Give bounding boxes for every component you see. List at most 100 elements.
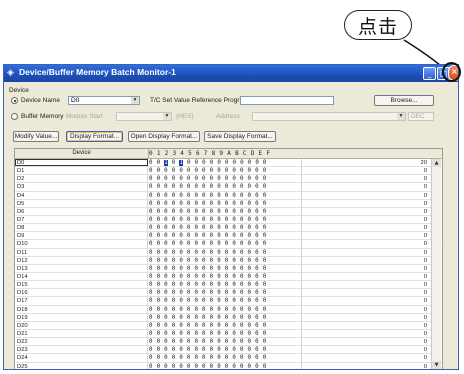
value-cell[interactable]: 0	[302, 330, 430, 337]
device-cell[interactable]: D23	[15, 346, 148, 354]
device-cell[interactable]: D2	[15, 175, 148, 183]
value-cell[interactable]: 0	[302, 232, 430, 239]
tc-reference-field[interactable]	[240, 96, 334, 105]
bits-cell[interactable]: 0 0 0 0 0 0 0 0 0 0 0 0 0 0 0 0	[149, 289, 302, 297]
buffer-memory-radio[interactable]	[11, 113, 18, 120]
bits-cell[interactable]: 0 0 0 0 0 0 0 0 0 0 0 0 0 0 0 0	[149, 183, 302, 191]
bit-value[interactable]: 0	[195, 160, 199, 166]
bit-value[interactable]: 1	[164, 160, 168, 166]
bits-cell[interactable]: 0 0 0 0 0 0 0 0 0 0 0 0 0 0 0 0	[149, 264, 302, 272]
bits-cell[interactable]: 0 0 0 0 0 0 0 0 0 0 0 0 0 0 0 0	[149, 338, 302, 346]
device-cell[interactable]: D8	[15, 224, 148, 232]
value-cell[interactable]: 0	[302, 346, 430, 353]
device-cell[interactable]: D21	[15, 329, 148, 338]
table-row[interactable]: D3 0 0 0 0 0 0 0 0 0 0 0 0 0 0 0 00	[15, 183, 442, 192]
bits-cell[interactable]: 0 0 0 0 0 0 0 0 0 0 0 0 0 0 0 0	[149, 199, 302, 207]
value-cell[interactable]: 0	[302, 224, 430, 231]
device-cell[interactable]: D0	[15, 159, 148, 167]
table-row[interactable]: D2 0 0 0 0 0 0 0 0 0 0 0 0 0 0 0 00	[15, 175, 442, 184]
value-cell[interactable]: 0	[302, 322, 430, 329]
table-row[interactable]: D9 0 0 0 0 0 0 0 0 0 0 0 0 0 0 0 00	[15, 232, 442, 241]
value-cell[interactable]: 0	[302, 240, 430, 247]
table-row[interactable]: D22 0 0 0 0 0 0 0 0 0 0 0 0 0 0 0 00	[15, 338, 442, 347]
device-cell[interactable]: D16	[15, 289, 148, 297]
value-cell[interactable]: 0	[302, 306, 430, 313]
modify-value-button[interactable]: Modify Value...	[13, 131, 59, 142]
value-cell[interactable]: 0	[302, 354, 430, 361]
table-row[interactable]: D21 0 0 0 0 0 0 0 0 0 0 0 0 0 0 0 00	[15, 329, 442, 339]
bits-cell[interactable]: 0 0 0 0 0 0 0 0 0 0 0 0 0 0 0 0	[149, 297, 302, 305]
table-row[interactable]: D10 0 0 0 0 0 0 0 0 0 0 0 0 0 0 0 00	[15, 240, 442, 249]
device-cell[interactable]: D1	[15, 167, 148, 175]
table-row[interactable]: D5 0 0 0 0 0 0 0 0 0 0 0 0 0 0 0 00	[15, 199, 442, 208]
bits-cell[interactable]: 0 0 0 0 0 0 0 0 0 0 0 0 0 0 0 0	[149, 215, 302, 224]
value-cell[interactable]: 0	[302, 208, 430, 215]
device-cell[interactable]: D12	[15, 256, 148, 264]
vertical-scrollbar[interactable]: ▲ ▼	[431, 159, 441, 369]
device-cell[interactable]: D20	[15, 321, 148, 329]
device-cell[interactable]: D10	[15, 240, 148, 248]
bits-cell[interactable]: 0 0 0 0 0 0 0 0 0 0 0 0 0 0 0 0	[149, 256, 302, 264]
bit-value[interactable]: 0	[210, 160, 214, 166]
bits-cell[interactable]: 0 0 0 0 0 0 0 0 0 0 0 0 0 0 0 0	[149, 167, 302, 175]
device-cell[interactable]: D25	[15, 362, 148, 369]
bit-value[interactable]: 0	[225, 160, 229, 166]
minimize-button[interactable]: _	[423, 67, 436, 80]
bits-cell[interactable]: 0 0 0 0 0 0 0 0 0 0 0 0 0 0 0 0	[149, 354, 302, 362]
device-cell[interactable]: D9	[15, 232, 148, 240]
value-cell[interactable]: 0	[302, 249, 430, 256]
value-cell[interactable]: 0	[302, 183, 430, 190]
bits-cell[interactable]: 0 0 0 0 0 0 0 0 0 0 0 0 0 0 0 0	[149, 321, 302, 329]
open-display-format-button[interactable]: Open Display Format...	[128, 131, 200, 142]
table-row[interactable]: D0 0 0 1 0 1 0 0 0 0 0 0 0 0 0 0 0 20	[15, 159, 442, 168]
value-cell[interactable]: 0	[302, 175, 430, 182]
value-cell[interactable]: 0	[302, 216, 430, 223]
bits-cell[interactable]: 0 0 0 0 0 0 0 0 0 0 0 0 0 0 0 0	[149, 305, 302, 313]
device-cell[interactable]: D19	[15, 313, 148, 321]
value-cell[interactable]: 0	[302, 297, 430, 304]
value-cell[interactable]: 0	[302, 281, 430, 288]
save-display-format-button[interactable]: Save Display Format...	[204, 131, 276, 142]
device-name-combo[interactable]: D0 ▼	[68, 96, 140, 105]
value-cell[interactable]: 0	[302, 192, 430, 199]
bits-cell[interactable]: 0 0 0 0 0 0 0 0 0 0 0 0 0 0 0 0	[149, 281, 302, 289]
device-cell[interactable]: D22	[15, 338, 148, 346]
device-cell[interactable]: D11	[15, 248, 148, 256]
bit-value[interactable]: 0	[157, 160, 161, 166]
value-cell[interactable]: 20	[302, 159, 430, 166]
browse-button[interactable]: Browse...	[374, 95, 434, 106]
bits-cell[interactable]: 0 0 0 0 0 0 0 0 0 0 0 0 0 0 0 0	[149, 248, 302, 256]
chevron-down-icon[interactable]: ▼	[131, 97, 139, 104]
bit-value[interactable]: 0	[255, 160, 259, 166]
table-row[interactable]: D24 0 0 0 0 0 0 0 0 0 0 0 0 0 0 0 00	[15, 354, 442, 363]
table-row[interactable]: D8 0 0 0 0 0 0 0 0 0 0 0 0 0 0 0 00	[15, 224, 442, 233]
bits-cell[interactable]: 0 0 0 0 0 0 0 0 0 0 0 0 0 0 0 0	[149, 191, 302, 199]
value-cell[interactable]: 0	[302, 167, 430, 174]
bit-value[interactable]: 0	[240, 160, 244, 166]
scroll-up-icon[interactable]: ▲	[432, 159, 441, 167]
device-name-radio[interactable]	[11, 97, 18, 104]
table-row[interactable]: D7 0 0 0 0 0 0 0 0 0 0 0 0 0 0 0 00	[15, 215, 442, 225]
bits-cell[interactable]: 0 0 1 0 1 0 0 0 0 0 0 0 0 0 0 0	[149, 159, 302, 167]
device-cell[interactable]: D18	[15, 305, 148, 313]
value-cell[interactable]: 0	[302, 338, 430, 345]
bits-cell[interactable]: 0 0 0 0 0 0 0 0 0 0 0 0 0 0 0 0	[149, 207, 302, 215]
device-table[interactable]: Device 0 1 2 3 4 5 6 7 8 9 A B C D E F D…	[14, 148, 443, 369]
table-row[interactable]: D20 0 0 0 0 0 0 0 0 0 0 0 0 0 0 0 00	[15, 321, 442, 330]
device-cell[interactable]: D17	[15, 297, 148, 305]
table-row[interactable]: D4 0 0 0 0 0 0 0 0 0 0 0 0 0 0 0 00	[15, 191, 442, 200]
bits-cell[interactable]: 0 0 0 0 0 0 0 0 0 0 0 0 0 0 0 0	[149, 175, 302, 183]
bits-cell[interactable]: 0 0 0 0 0 0 0 0 0 0 0 0 0 0 0 0	[149, 313, 302, 321]
scroll-down-icon[interactable]: ▼	[432, 361, 441, 369]
bit-value[interactable]: 0	[202, 160, 206, 166]
table-row[interactable]: D11 0 0 0 0 0 0 0 0 0 0 0 0 0 0 0 00	[15, 248, 442, 257]
bits-cell[interactable]: 0 0 0 0 0 0 0 0 0 0 0 0 0 0 0 0	[149, 329, 302, 338]
device-cell[interactable]: D4	[15, 191, 148, 199]
table-row[interactable]: D17 0 0 0 0 0 0 0 0 0 0 0 0 0 0 0 00	[15, 297, 442, 306]
device-cell[interactable]: D15	[15, 281, 148, 289]
bit-value[interactable]: 0	[263, 160, 267, 166]
table-row[interactable]: D14 0 0 0 0 0 0 0 0 0 0 0 0 0 0 0 00	[15, 272, 442, 282]
table-row[interactable]: D25 0 0 0 0 0 0 0 0 0 0 0 0 0 0 0 00	[15, 362, 442, 369]
value-cell[interactable]: 0	[302, 257, 430, 264]
device-cell[interactable]: D6	[15, 207, 148, 215]
